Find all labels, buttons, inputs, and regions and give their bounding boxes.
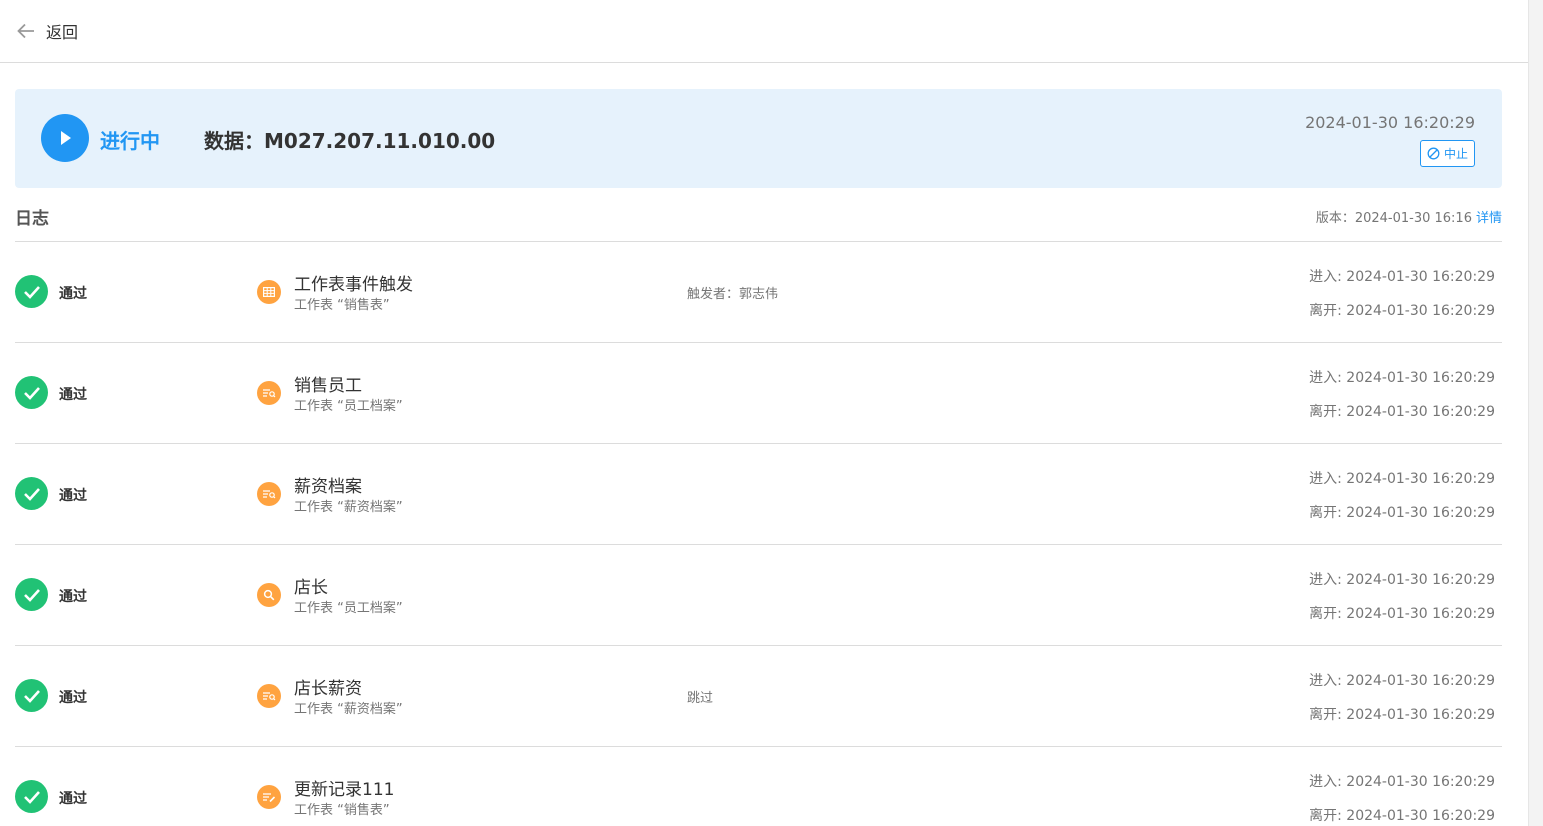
log-row[interactable]: 通过 店长 工作表 “员工档案” 进入: 2024-01-30 16:20:29…: [15, 545, 1502, 646]
node-name: 工作表事件触发: [294, 275, 413, 295]
log-title: 日志: [15, 209, 49, 229]
leave-time: 离开: 2024-01-30 16:20:29: [1309, 404, 1495, 420]
node-subtitle: 工作表 “销售表”: [294, 298, 390, 313]
status-card: 进行中 数据：M027.207.11.010.00 2024-01-30 16:…: [15, 89, 1502, 188]
status-time: 2024-01-30 16:20:29: [1305, 113, 1475, 132]
edit-record-icon: [257, 785, 281, 809]
check-icon: [15, 780, 48, 813]
node-extra: 触发者：郭志伟: [687, 287, 779, 302]
back-button[interactable]: 返回: [16, 19, 78, 43]
enter-time: 进入: 2024-01-30 16:20:29: [1309, 269, 1495, 285]
leave-time: 离开: 2024-01-30 16:20:29: [1309, 606, 1495, 622]
abort-button[interactable]: 中止: [1419, 140, 1475, 167]
enter-time: 进入: 2024-01-30 16:20:29: [1309, 572, 1495, 588]
node-subtitle: 工作表 “薪资档案”: [294, 500, 403, 515]
log-row[interactable]: 通过 销售员工 工作表 “员工档案” 进入: 2024-01-30 16:20:…: [15, 343, 1502, 444]
leave-time: 离开: 2024-01-30 16:20:29: [1309, 808, 1495, 824]
status-label: 通过: [59, 690, 87, 706]
node-name: 更新记录111: [294, 780, 395, 800]
back-label: 返回: [46, 23, 79, 42]
status-label: 通过: [59, 488, 87, 504]
check-icon: [15, 376, 48, 409]
status-label: 通过: [59, 791, 87, 807]
arrow-left-icon: [16, 21, 36, 41]
leave-time: 离开: 2024-01-30 16:20:29: [1309, 303, 1495, 319]
search-icon: [257, 583, 281, 607]
check-icon: [15, 679, 48, 712]
page-scrollbar[interactable]: [1528, 0, 1543, 826]
node-name: 薪资档案: [294, 477, 362, 497]
node-subtitle: 工作表 “员工档案”: [294, 601, 403, 616]
status-text: 进行中: [100, 129, 160, 153]
abort-label: 中止: [1443, 147, 1468, 161]
log-row[interactable]: 通过 店长薪资 工作表 “薪资档案” 跳过 进入: 2024-01-30 16:…: [15, 646, 1502, 747]
get-records-icon: [257, 684, 281, 708]
log-list: 通过 工作表事件触发 工作表 “销售表” 触发者：郭志伟 进入: 2024-01…: [15, 242, 1502, 826]
node-name: 店长: [294, 578, 328, 598]
enter-time: 进入: 2024-01-30 16:20:29: [1309, 673, 1495, 689]
table-icon: [257, 280, 281, 304]
log-row[interactable]: 通过 工作表事件触发 工作表 “销售表” 触发者：郭志伟 进入: 2024-01…: [15, 242, 1502, 343]
page: 返回 进行中 数据：M027.207.11.010.00 2024-01-30 …: [0, 0, 1528, 826]
version-text: 版本：2024-01-30 16:16: [1315, 211, 1472, 226]
status-label: 通过: [59, 387, 87, 403]
log-header: 日志 版本：2024-01-30 16:16 详情: [15, 202, 1502, 242]
leave-time: 离开: 2024-01-30 16:20:29: [1309, 707, 1495, 723]
top-bar: 返回: [0, 0, 1528, 63]
get-records-icon: [257, 482, 281, 506]
node-subtitle: 工作表 “薪资档案”: [294, 702, 403, 717]
enter-time: 进入: 2024-01-30 16:20:29: [1309, 370, 1495, 386]
play-icon: [41, 114, 89, 162]
version-info: 版本：2024-01-30 16:16 详情: [1316, 207, 1502, 226]
log-row[interactable]: 通过 薪资档案 工作表 “薪资档案” 进入: 2024-01-30 16:20:…: [15, 444, 1502, 545]
check-icon: [15, 477, 48, 510]
check-icon: [15, 275, 48, 308]
get-records-icon: [257, 381, 281, 405]
log-row[interactable]: 通过 更新记录111 工作表 “销售表” 进入: 2024-01-30 16:2…: [15, 747, 1502, 826]
data-label: 数据：M027.207.11.010.00: [204, 129, 496, 153]
check-icon: [15, 578, 48, 611]
enter-time: 进入: 2024-01-30 16:20:29: [1309, 774, 1495, 790]
node-extra: 跳过: [687, 691, 714, 706]
details-link[interactable]: 详情: [1476, 211, 1502, 226]
node-subtitle: 工作表 “员工档案”: [294, 399, 403, 414]
leave-time: 离开: 2024-01-30 16:20:29: [1309, 505, 1495, 521]
status-label: 通过: [59, 286, 87, 302]
node-name: 店长薪资: [294, 679, 362, 699]
node-subtitle: 工作表 “销售表”: [294, 803, 390, 818]
status-label: 通过: [59, 589, 87, 605]
ban-icon: [1427, 147, 1440, 160]
enter-time: 进入: 2024-01-30 16:20:29: [1309, 471, 1495, 487]
node-name: 销售员工: [294, 376, 362, 396]
